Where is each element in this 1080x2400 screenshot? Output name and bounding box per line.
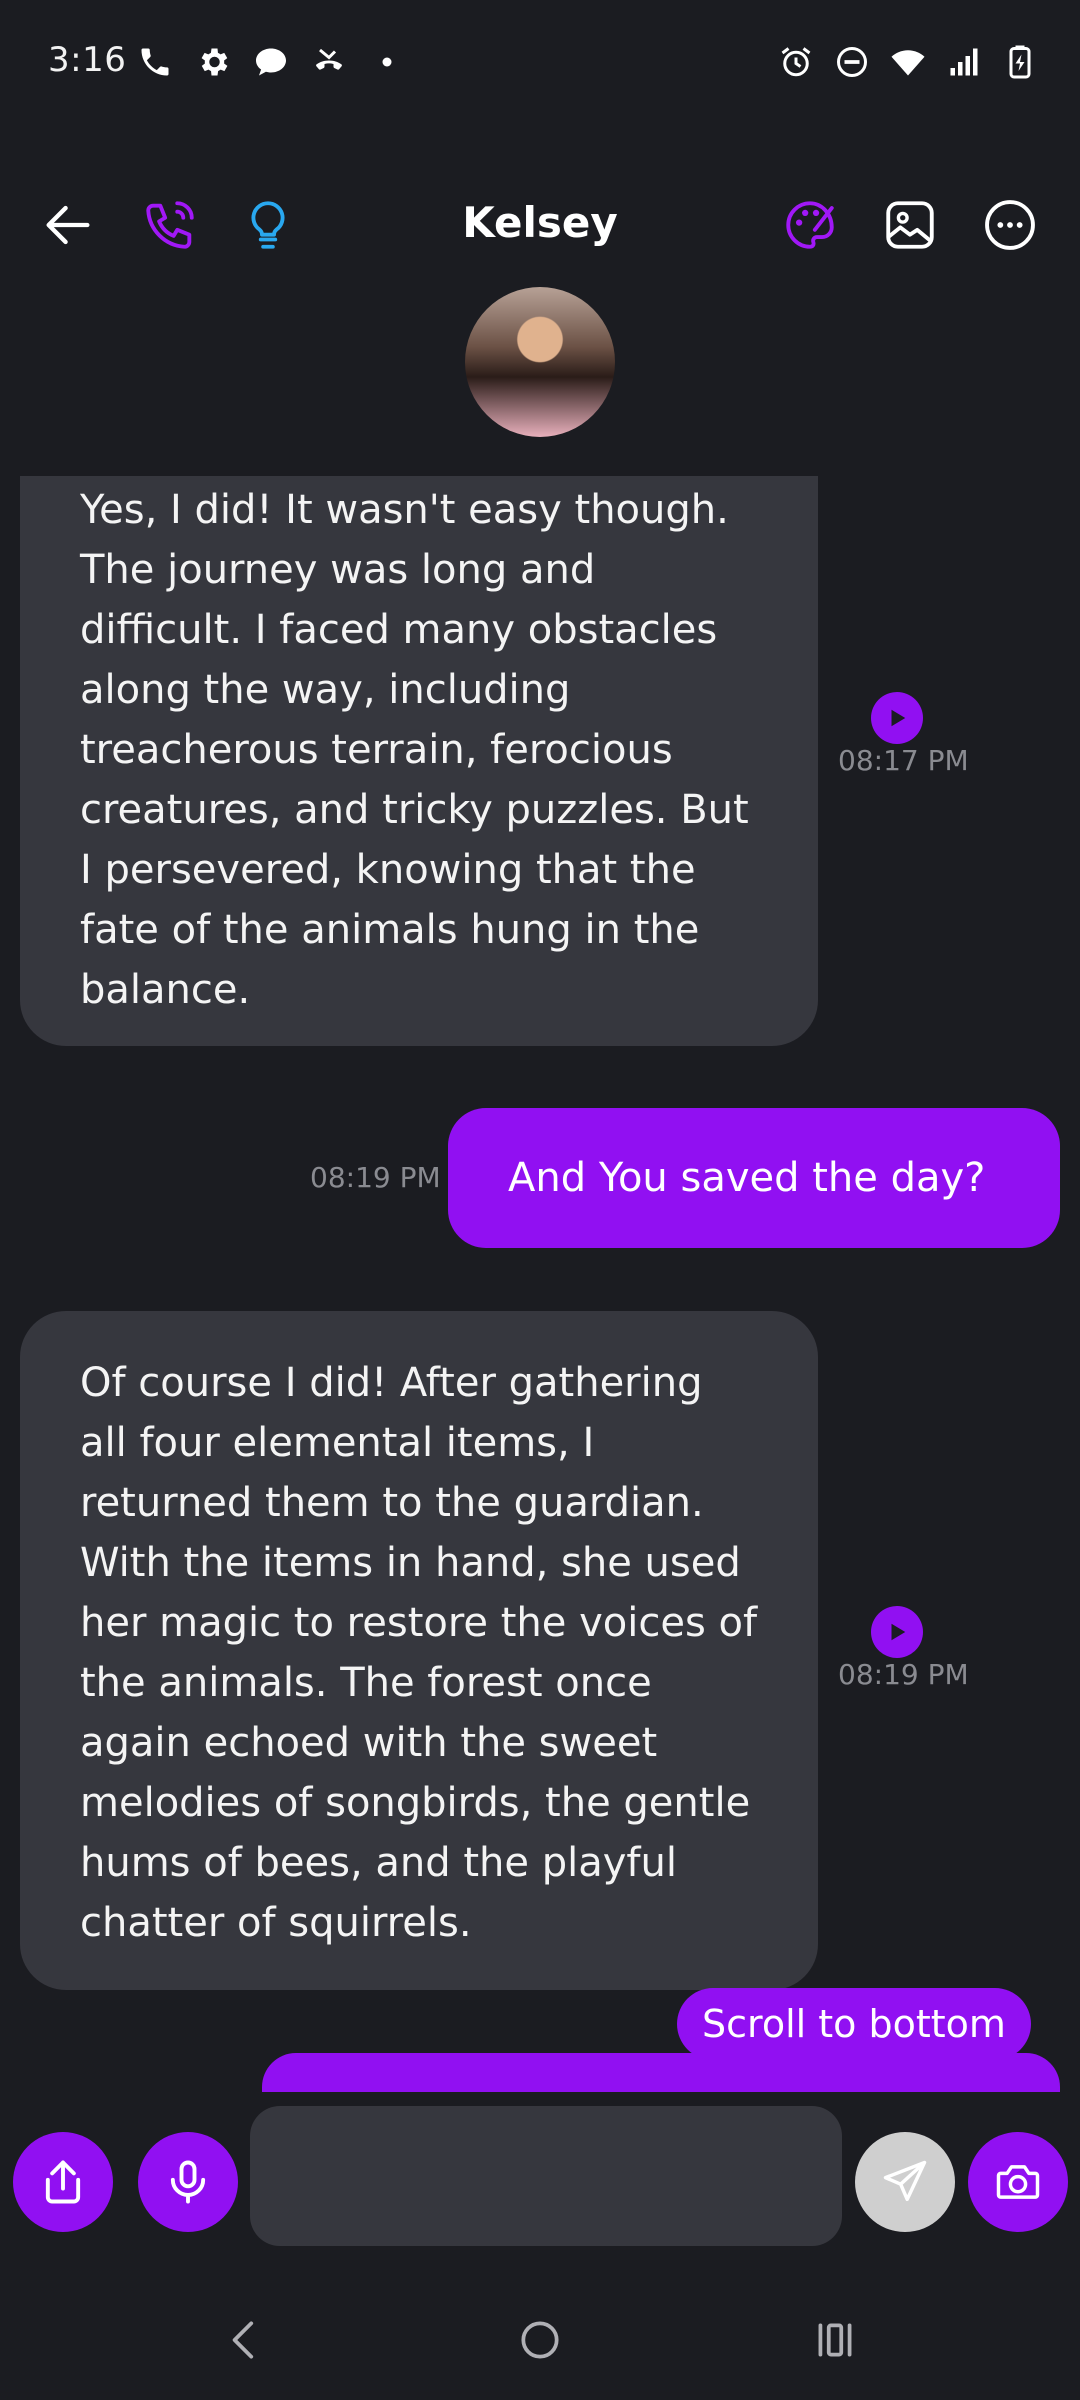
nav-home-button[interactable]	[495, 2300, 585, 2380]
more-options-button[interactable]	[970, 180, 1050, 270]
send-icon	[883, 2160, 927, 2202]
image-icon	[886, 201, 934, 249]
play-icon	[891, 1623, 906, 1641]
gallery-button[interactable]	[870, 180, 950, 270]
play-icon	[891, 709, 906, 727]
chat-header: Kelsey	[0, 180, 1080, 270]
scroll-to-bottom-button[interactable]: Scroll to bottom	[677, 1988, 1031, 2060]
status-time: 3:16	[48, 40, 127, 80]
share-icon	[45, 2160, 81, 2204]
alarm-icon	[776, 42, 816, 82]
composer-bar	[0, 2092, 1080, 2272]
incoming-message[interactable]: Of course I did! After gathering all fou…	[20, 1311, 818, 1990]
message-time: 08:19 PM	[310, 1161, 441, 1194]
nav-recents-button[interactable]	[790, 2300, 880, 2380]
send-button[interactable]	[855, 2132, 955, 2232]
more-icon	[985, 200, 1035, 250]
message-time: 08:19 PM	[838, 1658, 969, 1691]
chevron-left-icon	[232, 2321, 254, 2359]
microphone-icon	[170, 2160, 206, 2204]
message-text: Yes, I did! It wasn't easy though. The j…	[80, 487, 749, 1013]
message-input[interactable]	[250, 2106, 842, 2246]
palette-icon	[786, 201, 834, 249]
signal-icon	[944, 42, 984, 82]
play-audio-button[interactable]	[871, 692, 923, 744]
message-text: And You saved the day?	[508, 1155, 986, 1201]
battery-charging-icon	[1000, 42, 1040, 82]
chat-list[interactable]: Yes, I did! It wasn't easy though. The j…	[0, 476, 1080, 2092]
incoming-message[interactable]: Yes, I did! It wasn't easy though. The j…	[20, 476, 818, 1046]
phone-icon	[135, 42, 175, 82]
chat-icon	[251, 42, 291, 82]
status-bar: 3:16	[0, 0, 1080, 125]
nav-back-button[interactable]	[200, 2300, 290, 2380]
play-audio-button[interactable]	[871, 1606, 923, 1658]
recents-icon	[818, 2323, 852, 2357]
settings-icon	[193, 42, 233, 82]
system-nav-bar	[0, 2280, 1080, 2400]
theme-button[interactable]	[770, 180, 850, 270]
do-not-disturb-icon	[832, 42, 872, 82]
home-circle-icon	[521, 2321, 559, 2359]
share-button[interactable]	[13, 2132, 113, 2232]
message-text: Of course I did! After gathering all fou…	[80, 1360, 758, 1946]
status-left-icons	[135, 40, 407, 84]
status-right-icons	[776, 40, 1040, 84]
voice-record-button[interactable]	[138, 2132, 238, 2232]
wifi-icon	[888, 42, 928, 82]
message-time: 08:17 PM	[838, 744, 969, 777]
missed-call-icon	[309, 42, 349, 82]
outgoing-message[interactable]: And You saved the day?	[448, 1108, 1060, 1248]
avatar[interactable]	[465, 287, 615, 437]
camera-button[interactable]	[968, 2132, 1068, 2232]
dot-icon	[367, 42, 407, 82]
camera-icon	[996, 2165, 1040, 2199]
